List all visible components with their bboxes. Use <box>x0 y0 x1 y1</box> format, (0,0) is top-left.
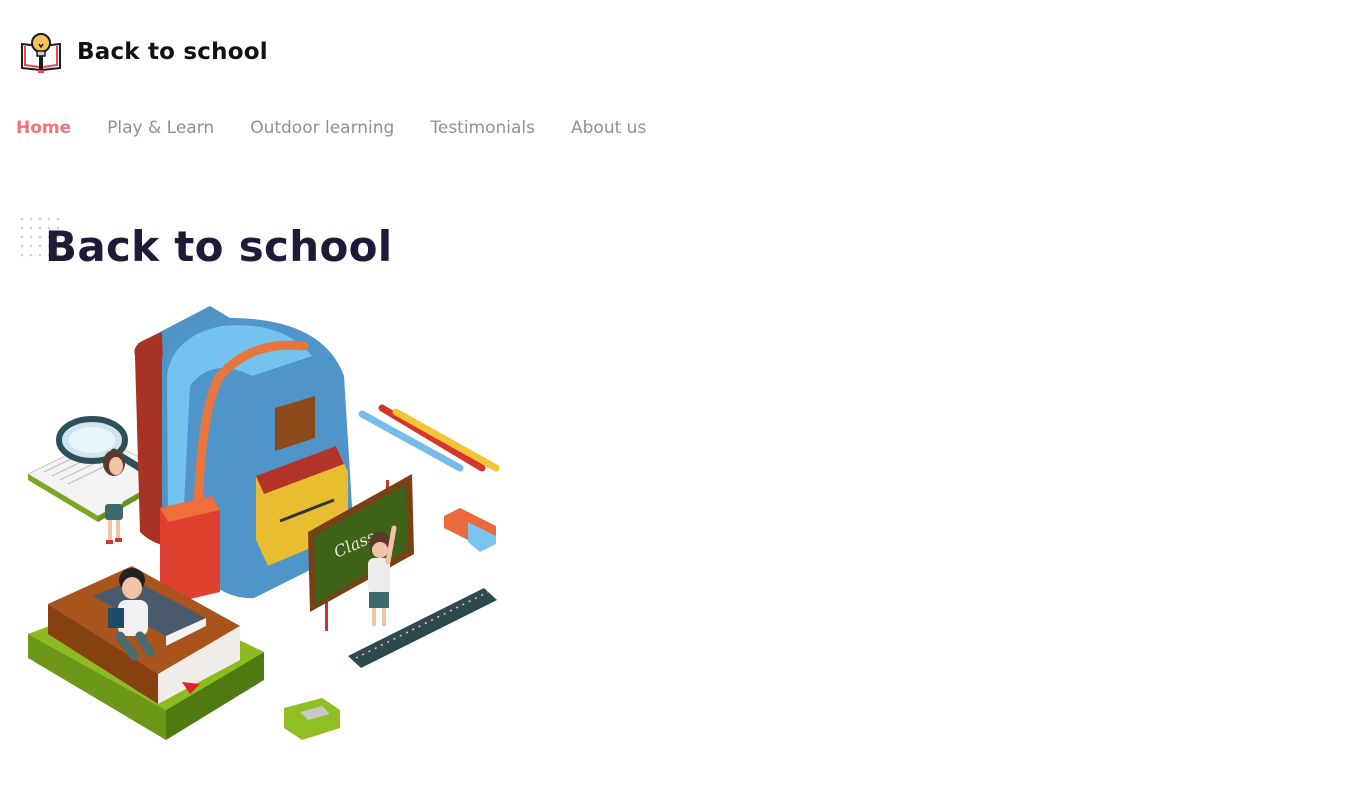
book-lightbulb-icon <box>20 30 62 74</box>
nav-item-outdoor-learning[interactable]: Outdoor learning <box>250 118 394 138</box>
student-boy-at-board <box>368 525 397 626</box>
eraser <box>444 508 496 552</box>
nav-item-play-learn[interactable]: Play & Learn <box>107 118 214 138</box>
pencil-sharpener <box>284 698 340 740</box>
hero-title: Back to school <box>45 222 393 271</box>
brand[interactable]: Back to school <box>20 30 268 74</box>
brand-title: Back to school <box>77 39 268 65</box>
nav-item-home[interactable]: Home <box>16 118 71 138</box>
school-supplies-illustration: Class <box>26 306 500 740</box>
nav-item-testimonials[interactable]: Testimonials <box>430 118 535 138</box>
student-girl <box>103 450 125 544</box>
nav-item-about-us[interactable]: About us <box>571 118 646 138</box>
main-nav: Home Play & Learn Outdoor learning Testi… <box>16 118 682 138</box>
pencils <box>358 404 500 472</box>
